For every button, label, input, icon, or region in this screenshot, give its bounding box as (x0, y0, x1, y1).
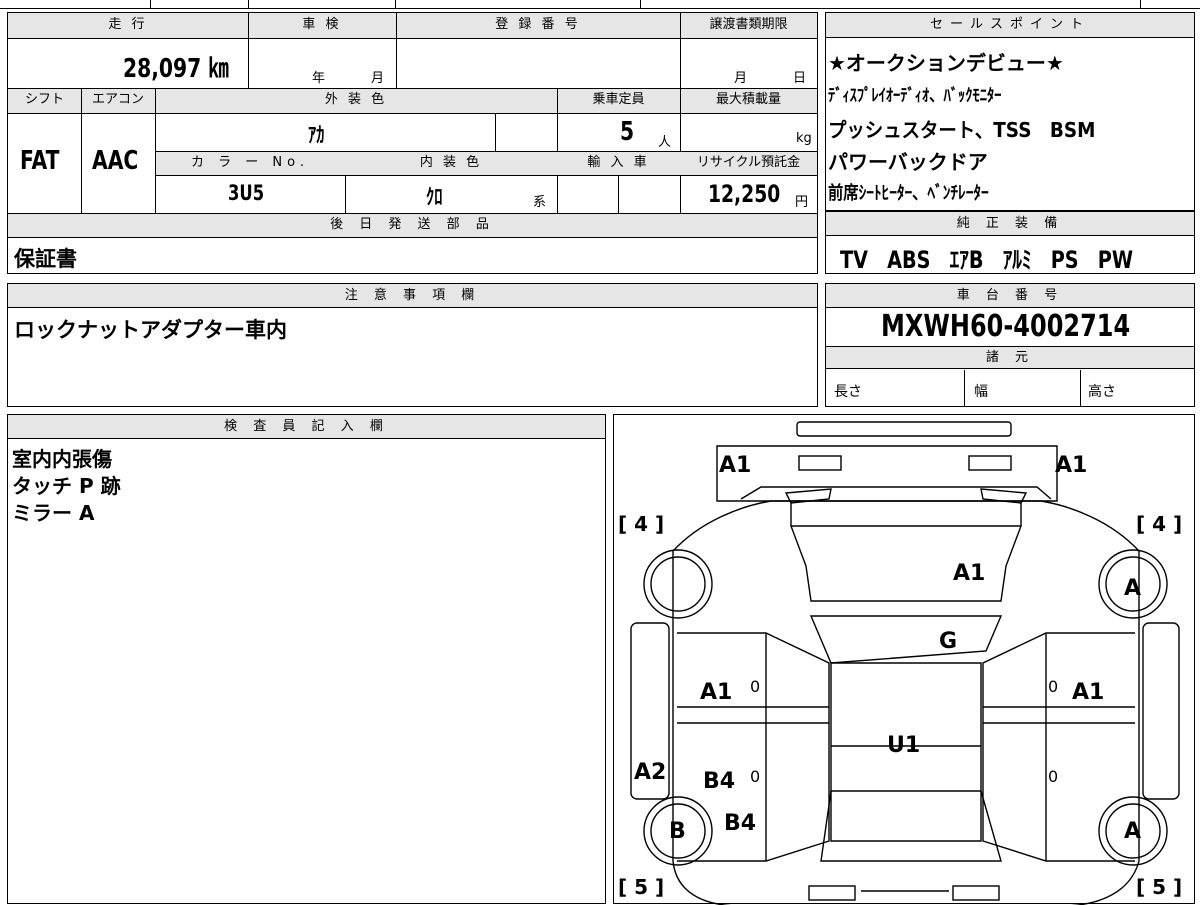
chassis-label: 車 台 番 号 (956, 288, 1064, 303)
inspector-note: 室内内張傷 (12, 447, 112, 471)
mark-hood: A1 (953, 561, 986, 586)
spec-length-label: 長さ (834, 384, 862, 400)
chassis-number: MXWH60-4002714 (881, 309, 1131, 344)
registration-label: 登 録 番 号 (495, 17, 581, 32)
color-no-value: 3U5 (228, 181, 265, 205)
sales-points-label: セールスポイント (929, 17, 1090, 32)
equipment-value: TV ABS ｴｱB ｱﾙﾐ PS PW (840, 246, 1134, 274)
mark-zero: 0 (750, 677, 761, 696)
mark-zero: 0 (750, 767, 761, 786)
mark-rear-door-left: B4 (703, 769, 736, 794)
sales-line: パワーバックドア (828, 150, 988, 174)
shift-label: シフト (24, 92, 64, 107)
notes-box: 注 意 事 項 欄 ロックナットアダプター車内 (7, 283, 818, 407)
later-parts-value: 保証書 (14, 247, 77, 271)
mark-bracket-rear-left: [ 5 ] (618, 875, 665, 899)
sales-line: プッシュスタート、TSS BSM (828, 118, 1096, 142)
capacity-value: 5 (620, 117, 635, 147)
mark-roof: U1 (887, 733, 921, 758)
inspector-note: ミラー A (12, 501, 95, 525)
mark-zero: 0 (1048, 677, 1059, 696)
sales-line: ★オークションデビュー★ (828, 51, 1064, 75)
max-load-label: 最大積載量 (715, 92, 781, 107)
spec-height-label: 高さ (1088, 384, 1116, 400)
vehicle-info-table: 走 行 車 検 登 録 番 号 譲渡書類期限 28,097 ㎞ 年 月 月 日 … (7, 12, 818, 274)
later-parts-label: 後 日 発 送 部 品 (330, 217, 495, 232)
top-strip (0, 0, 1200, 10)
mark-zero: 0 (1048, 767, 1059, 786)
sales-points-box: セールスポイント ★オークションデビュー★ ﾃﾞｨｽﾌﾟﾚｲｵｰﾃﾞｨｵ、ﾊﾞｯ… (825, 12, 1195, 211)
int-color-label: 内 装 色 (419, 155, 483, 170)
mark-rocker-left: A2 (634, 760, 667, 785)
sales-line: 前席ｼｰﾄﾋｰﾀｰ、ﾍﾞﾝﾁﾚｰﾀｰ (828, 183, 989, 204)
inspection-month: 月 (371, 71, 385, 86)
specs-label: 諸 元 (985, 350, 1035, 365)
transfer-label: 譲渡書類期限 (709, 17, 788, 32)
notes-value: ロックナットアダプター車内 (14, 318, 287, 342)
max-load-unit: kg (796, 131, 812, 146)
inspector-label: 検 査 員 記 入 欄 (224, 419, 389, 434)
shift-value: FAT (20, 146, 60, 176)
recycle-value: 12,250 (708, 180, 781, 208)
int-color-suffix: 系 (533, 195, 547, 210)
mark-bracket-front-right: [ 4 ] (1136, 512, 1183, 536)
mark-bracket-rear-right: [ 5 ] (1136, 875, 1183, 899)
mileage-value: 28,097 ㎞ (123, 54, 229, 84)
car-damage-diagram: A1 A1 [ 4 ] [ 4 ] A1 A G A1 0 0 A1 U1 A2… (613, 414, 1195, 905)
color-no-label: カ ラ ー No. (191, 155, 309, 170)
equipment-label: 純 正 装 備 (956, 216, 1064, 231)
recycle-label: リサイクル預託金 (696, 155, 801, 170)
int-color-value: ｸﾛ (426, 185, 443, 209)
inspector-note: タッチ P 跡 (12, 474, 121, 498)
mark-tire-rear-left: B (669, 819, 686, 844)
mark-tire-rear-right: A (1124, 819, 1142, 844)
transfer-month: 月 (734, 71, 748, 86)
inspection-label: 車 検 (302, 17, 342, 32)
mileage-label: 走 行 (108, 17, 148, 32)
mark-windshield: G (939, 629, 958, 654)
capacity-label: 乗車定員 (592, 92, 645, 107)
mark-front-right: A1 (1055, 453, 1088, 478)
recycle-unit: 円 (795, 195, 809, 210)
ext-color-label: 外 装 色 (324, 92, 388, 107)
sales-line: ﾃﾞｨｽﾌﾟﾚｲｵｰﾃﾞｨｵ、ﾊﾞｯｸﾓﾆﾀｰ (828, 86, 1002, 106)
inspection-year: 年 (312, 71, 326, 86)
mark-tire-front-right: A (1124, 576, 1142, 601)
import-label: 輸 入 車 (587, 155, 650, 170)
equipment-box: 純 正 装 備 TV ABS ｴｱB ｱﾙﾐ PS PW (825, 211, 1195, 274)
mark-front-door-left: A1 (700, 680, 733, 705)
transfer-day: 日 (793, 71, 807, 86)
notes-label: 注 意 事 項 欄 (344, 288, 481, 303)
mark-rear-fender-left: B4 (724, 811, 757, 836)
mark-front-door-right: A1 (1072, 680, 1105, 705)
chassis-box: 車 台 番 号 MXWH60-4002714 諸 元 長さ 幅 高さ (825, 283, 1195, 407)
mark-bracket-front-left: [ 4 ] (618, 512, 665, 536)
ac-value: AAC (92, 146, 139, 176)
spec-width-label: 幅 (974, 384, 988, 400)
car-outline (630, 421, 1180, 905)
mark-front-left: A1 (719, 453, 752, 478)
capacity-unit: 人 (658, 135, 672, 150)
ac-label: エアコン (91, 92, 144, 107)
ext-color-value: ｱｶ (308, 123, 325, 147)
inspector-box: 検 査 員 記 入 欄 室内内張傷 タッチ P 跡 ミラー A (7, 414, 606, 904)
